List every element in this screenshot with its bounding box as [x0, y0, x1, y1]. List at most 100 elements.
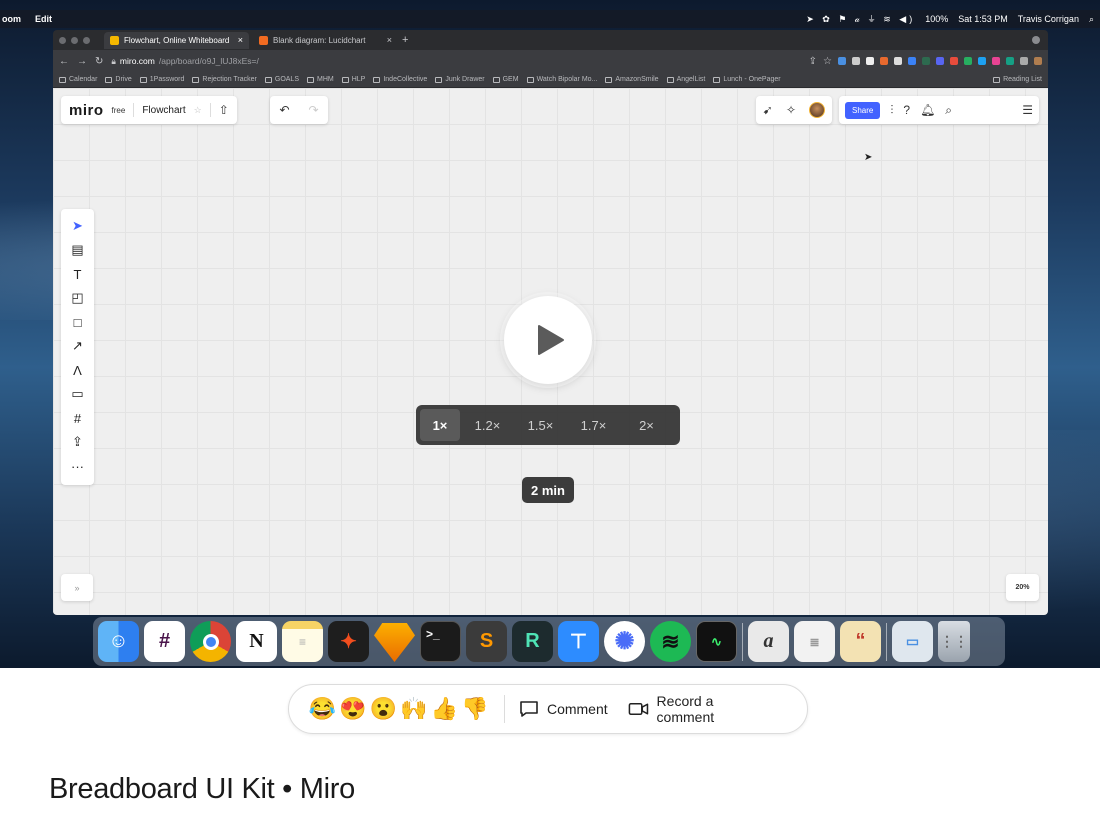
- bookmark-item: Drive: [105, 76, 132, 83]
- reaction-thumbs-down[interactable]: 👎: [460, 696, 491, 722]
- bookmark-item: Calendar: [59, 76, 97, 83]
- frame-tool-icon: #: [73, 410, 82, 426]
- more-tools-icon: ···: [71, 458, 84, 474]
- menubar-user: Travis Corrigan: [1017, 14, 1079, 24]
- sketch-icon: [374, 623, 415, 662]
- keynote-icon: ⊤: [558, 621, 599, 662]
- board-menu-icon: ☰: [1022, 103, 1033, 117]
- chrome-icon: [190, 621, 231, 662]
- play-button[interactable]: [504, 296, 592, 384]
- browser-tab-lucidchart: Blank diagram: Lucidchart ×: [253, 32, 398, 49]
- close-tab-icon: ×: [386, 35, 392, 45]
- video-title: Breadboard UI Kit • Miro: [49, 773, 355, 805]
- browser-tab-label: Flowchart, Online Whiteboard: [124, 35, 230, 45]
- bookmarks-bar: Calendar Drive 1Password Rejection Track…: [53, 72, 1048, 88]
- collaboration-tools: ➹ ✧: [756, 96, 832, 124]
- sublime-icon: S: [466, 621, 507, 662]
- browser-tab-miro: Flowchart, Online Whiteboard ×: [104, 31, 249, 49]
- spotify-icon: ≋: [650, 621, 691, 662]
- address-bar: ← → ↻ 🔒︎ miro.com/app/board/o9J_lUJ8xEs=…: [53, 50, 1048, 72]
- bookmark-folder: Junk Drawer: [435, 76, 485, 83]
- menubar-battery: 100%: [925, 14, 949, 24]
- video-duration: 2 min: [522, 477, 574, 503]
- cursor-tracking-icon: ➹: [762, 103, 773, 117]
- slack-icon: #: [144, 621, 185, 662]
- mac-dock: ☺ # N ≡ ✦ >_ S R ⊤ ✺ ≋ ∿ a ≣ “ ▭ ⋮⋮: [93, 617, 1005, 666]
- bookmark-star-icon: ☆: [823, 55, 832, 67]
- menubar-app-name: oom: [2, 14, 21, 24]
- star-icon: ☆: [193, 104, 202, 115]
- reactions-icon: ✧: [785, 103, 797, 117]
- new-tab-icon: +: [402, 34, 409, 46]
- speed-option-1-2x[interactable]: 1.2×: [462, 409, 513, 441]
- comment-icon: [520, 701, 538, 717]
- bookmark-folder: GOALS: [264, 76, 299, 83]
- bookmark-folder: HLP: [341, 76, 365, 83]
- trash-icon: ⋮⋮: [938, 621, 970, 662]
- mac-menubar: oom Edit ➤ ✿ ⚑ 𝒶 ⏚ ≋ ◀) 100% Sat 1:53 PM…: [0, 10, 1100, 28]
- speed-option-2x[interactable]: 2×: [621, 409, 672, 441]
- miro-logo: miro: [69, 101, 104, 119]
- bookmark-folder: IndeCollective: [373, 76, 427, 83]
- comment-button[interactable]: Comment: [519, 700, 608, 718]
- browser-tab-label: Blank diagram: Lucidchart: [273, 35, 366, 45]
- video-camera-icon: [628, 703, 648, 715]
- bookmark-item: Watch Bipolar Mo...: [526, 76, 597, 83]
- speed-option-1x[interactable]: 1×: [420, 409, 460, 441]
- plan-badge: free: [111, 105, 126, 115]
- reload-icon: ↻: [95, 55, 104, 67]
- reading-list: Reading List: [993, 76, 1042, 83]
- close-tab-icon: ×: [237, 35, 243, 45]
- record-comment-label: Record a comment: [656, 693, 715, 725]
- shape-tool-icon: □: [73, 314, 82, 330]
- reaction-thumbs-up[interactable]: 👍: [429, 696, 460, 722]
- bookmark-item: Lunch - OnePager: [713, 76, 781, 83]
- share-button: Share: [845, 101, 881, 119]
- finder-icon: ☺: [98, 621, 139, 662]
- search-icon: ⌕: [945, 102, 953, 117]
- comment-label: Comment: [546, 701, 608, 717]
- lucidchart-favicon-icon: [259, 35, 268, 45]
- redo-icon: ↷: [308, 103, 319, 117]
- figma-icon: ✦: [328, 621, 369, 662]
- expand-panel-button: »: [61, 574, 93, 601]
- forward-icon: →: [77, 55, 87, 67]
- bookmark-item: Rejection Tracker: [192, 76, 257, 83]
- script-editor-icon: “: [840, 621, 881, 662]
- board-name: Flowchart: [142, 104, 186, 116]
- bookmark-item: 1Password: [139, 76, 184, 83]
- miro-board-header: miro free Flowchart ☆ ⇧: [61, 96, 237, 124]
- loom-document-icon: a: [748, 621, 789, 662]
- bookmark-item: AngelList: [666, 76, 705, 83]
- record-comment-button[interactable]: Record a comment: [628, 693, 769, 725]
- speed-option-1-5x[interactable]: 1.5×: [515, 409, 566, 441]
- tab-strip: Flowchart, Online Whiteboard × Blank dia…: [53, 30, 1048, 50]
- bookmark-item: AmazonSmile: [605, 76, 659, 83]
- reaction-raised-hands[interactable]: 🙌: [399, 696, 430, 722]
- speed-option-1-7x[interactable]: 1.7×: [568, 409, 619, 441]
- divider: [209, 103, 211, 117]
- undo-icon: ↶: [279, 103, 290, 117]
- spotlight-icon: ⌕: [1088, 13, 1094, 24]
- video-player[interactable]: oom Edit ➤ ✿ ⚑ 𝒶 ⏚ ≋ ◀) 100% Sat 1:53 PM…: [0, 0, 1100, 668]
- back-icon: ←: [59, 55, 69, 67]
- window-controls: [59, 36, 90, 44]
- avatar: [809, 102, 826, 118]
- activity-monitor-icon: ∿: [696, 621, 737, 662]
- reaction-heart-eyes[interactable]: 😍: [338, 696, 369, 722]
- reaction-bar: 😂 😍 😮 🙌 👍 👎 Comment Record a comment: [288, 684, 808, 734]
- downloads-stack-icon: ▭: [892, 621, 933, 662]
- share-page-icon: ⇪: [808, 55, 818, 67]
- miro-creation-toolbar: ➤ ▤ T ◰ □ ↗ Λ ▭ # ⇪ ···: [61, 209, 94, 485]
- reaction-laughing[interactable]: 😂: [307, 696, 338, 722]
- text-tool-icon: T: [73, 266, 82, 282]
- play-icon: [538, 325, 564, 355]
- readdle-icon: R: [512, 621, 553, 662]
- reaction-surprised[interactable]: 😮: [368, 696, 399, 722]
- help-icon: ?: [903, 103, 911, 117]
- terminal-icon: >_: [420, 621, 461, 662]
- bookmark-folder: MHM: [307, 76, 334, 83]
- bell-icon: 🔔︎: [920, 103, 936, 117]
- settings-sliders-icon: ⫶: [890, 102, 894, 117]
- pen-tool-icon: Λ: [73, 362, 82, 378]
